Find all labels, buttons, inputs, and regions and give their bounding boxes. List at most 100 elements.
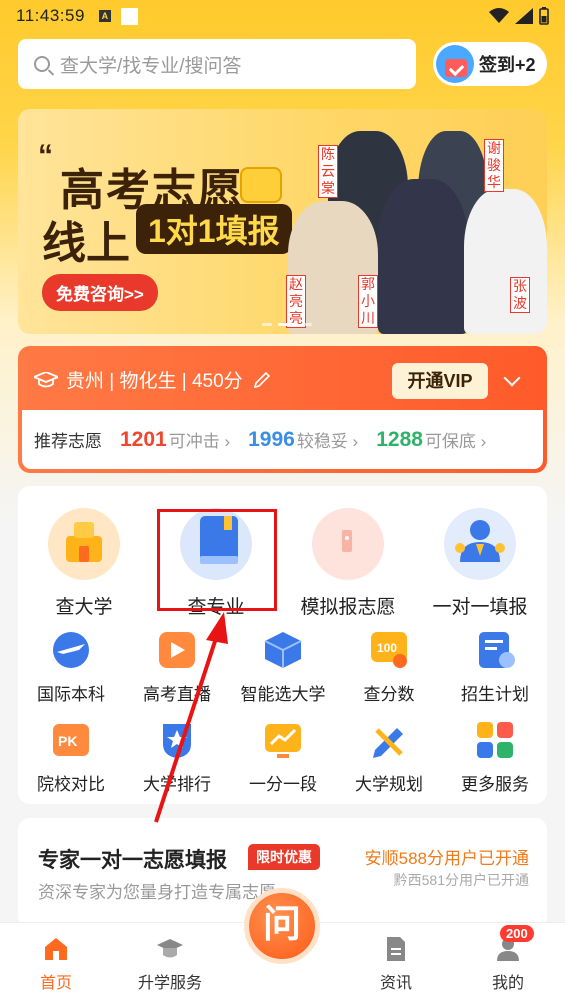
grid-icon	[473, 718, 517, 762]
service-label: 模拟报志愿	[300, 597, 396, 618]
open-vip-button[interactable]: 开通VIP	[392, 363, 488, 399]
expert-photo	[464, 189, 547, 334]
free-consult-button[interactable]: 免费咨询>>	[42, 274, 158, 311]
plan-icon	[473, 628, 517, 672]
service-compare[interactable]: PK 院校对比	[18, 718, 124, 795]
wifi-icon	[489, 8, 509, 23]
promo-banner[interactable]: “ 高考志愿 线上 1对1填报 免费咨询>> 陈云棠 谢骏华 赵亮亮 郭小川 张…	[18, 109, 547, 334]
service-label: 查大学	[55, 597, 113, 618]
service-planning[interactable]: 大学规划	[336, 718, 442, 795]
service-score-segment[interactable]: 一分一段	[230, 718, 336, 795]
graduation-cap-icon	[34, 371, 58, 387]
user-ticker-1: 安顺588分用户已开通	[364, 849, 529, 868]
match-count[interactable]: 1996	[248, 428, 295, 452]
match-label[interactable]: 较稳妥 ›	[297, 427, 358, 452]
consultant-icon	[444, 508, 516, 580]
signin-button[interactable]: 签到+2	[433, 42, 547, 86]
svg-text:PK: PK	[58, 733, 77, 749]
score-card[interactable]: 贵州 | 物化生 | 450分 开通VIP 推荐志愿 1201 可冲击 › 19…	[18, 346, 547, 473]
expert-name-tag: 郭小川	[358, 275, 378, 328]
chart-icon	[261, 718, 305, 762]
service-one-on-one[interactable]: 一对一填报	[414, 494, 546, 619]
service-label: 智能选大学	[240, 685, 326, 704]
service-intl-undergrad[interactable]: 国际本科	[18, 628, 124, 705]
banner-pill: 1对1填报	[136, 204, 292, 254]
svg-text:100: 100	[377, 641, 397, 655]
tab-mine[interactable]: 我的	[458, 935, 558, 993]
service-label: 院校对比	[37, 775, 105, 794]
chevron-down-icon[interactable]	[503, 369, 521, 387]
plane-icon	[49, 628, 93, 672]
edit-icon[interactable]	[253, 371, 271, 389]
notification-icon: A	[98, 10, 111, 22]
form-icon	[312, 508, 384, 580]
pencil-icon	[367, 718, 411, 762]
service-live[interactable]: 高考直播	[124, 628, 230, 705]
battery-icon	[539, 7, 549, 25]
status-time: 11:43:59	[16, 6, 85, 25]
user-ticker-2: 黔西581分用户已开通	[393, 872, 529, 888]
expert-name-tag: 陈云棠	[318, 145, 338, 198]
tab-label: 首页	[39, 975, 72, 992]
service-score-check[interactable]: 100 查分数	[336, 628, 442, 705]
service-label: 一分一段	[249, 775, 317, 794]
reach-count[interactable]: 1201	[120, 428, 167, 452]
service-mock-application[interactable]: 模拟报志愿	[282, 494, 414, 619]
service-more[interactable]: 更多服务	[442, 718, 548, 795]
banner-pager	[262, 323, 312, 326]
tab-news[interactable]: 资讯	[346, 935, 446, 993]
graduation-cap-icon	[156, 935, 184, 963]
ranking-icon	[155, 718, 199, 762]
status-bar: 11:43:59 A	[0, 0, 565, 32]
recommend-row: 推荐志愿 1201 可冲击 › 1996 较稳妥 › 1288 可保底 ›	[22, 410, 543, 469]
tab-label: 资讯	[379, 975, 412, 992]
reach-label[interactable]: 可冲击 ›	[169, 427, 230, 452]
ask-button[interactable]: 问	[244, 888, 320, 964]
tab-service[interactable]: 升学服务	[120, 935, 220, 993]
tab-label: 升学服务	[137, 975, 202, 992]
pk-icon: PK	[49, 718, 93, 762]
service-label: 更多服务	[461, 775, 529, 794]
service-label: 招生计划	[461, 685, 529, 704]
banner-subline: 线上	[42, 219, 130, 268]
signin-label: 签到+2	[479, 55, 536, 75]
quote-mark-icon: “	[38, 139, 53, 172]
service-label: 高考直播	[143, 685, 211, 704]
expert-name-tag: 张波	[510, 277, 530, 313]
document-icon	[382, 935, 410, 963]
service-find-university[interactable]: 查大学	[18, 494, 150, 619]
service-ranking[interactable]: 大学排行	[124, 718, 230, 795]
calendar-check-icon	[436, 45, 474, 83]
safety-label[interactable]: 可保底 ›	[425, 427, 486, 452]
service-label: 查分数	[363, 685, 415, 704]
service-label: 国际本科	[37, 685, 105, 704]
signal-icon	[515, 8, 533, 24]
home-icon	[42, 935, 70, 963]
score-info: 贵州 | 物化生 | 450分	[66, 371, 243, 392]
search-icon	[34, 56, 50, 72]
search-placeholder: 查大学/找专业/搜问答	[60, 55, 242, 77]
expert-name-tag: 赵亮亮	[286, 275, 306, 328]
highlight-box	[157, 509, 277, 611]
cube-icon	[261, 628, 305, 672]
service-label: 大学排行	[143, 775, 211, 794]
score-icon: 100	[367, 628, 411, 672]
safety-count[interactable]: 1288	[376, 428, 423, 452]
expert-title: 专家一对一志愿填报	[38, 849, 227, 872]
recommend-label: 推荐志愿	[34, 432, 102, 451]
service-label: 大学规划	[355, 775, 423, 794]
service-enroll-plan[interactable]: 招生计划	[442, 628, 548, 705]
gift-box-icon	[240, 167, 282, 203]
service-smart-pick[interactable]: 智能选大学	[230, 628, 336, 705]
expert-photo	[378, 179, 468, 334]
school-building-icon	[48, 508, 120, 580]
notification-square-icon	[120, 7, 138, 25]
live-icon	[155, 628, 199, 672]
search-input[interactable]: 查大学/找专业/搜问答	[18, 39, 416, 89]
expert-name-tag: 谢骏华	[484, 139, 504, 192]
services-panel: 查大学 查专业 模拟报志愿 一对一填报 国际本科 高考直播 智能选大学 100 …	[18, 486, 547, 804]
expert-subtitle: 资深专家为您量身打造专属志愿~	[38, 883, 286, 902]
notification-badge: 200	[500, 925, 534, 942]
tab-home[interactable]: 首页	[6, 935, 106, 993]
tab-label: 我的	[491, 975, 524, 992]
